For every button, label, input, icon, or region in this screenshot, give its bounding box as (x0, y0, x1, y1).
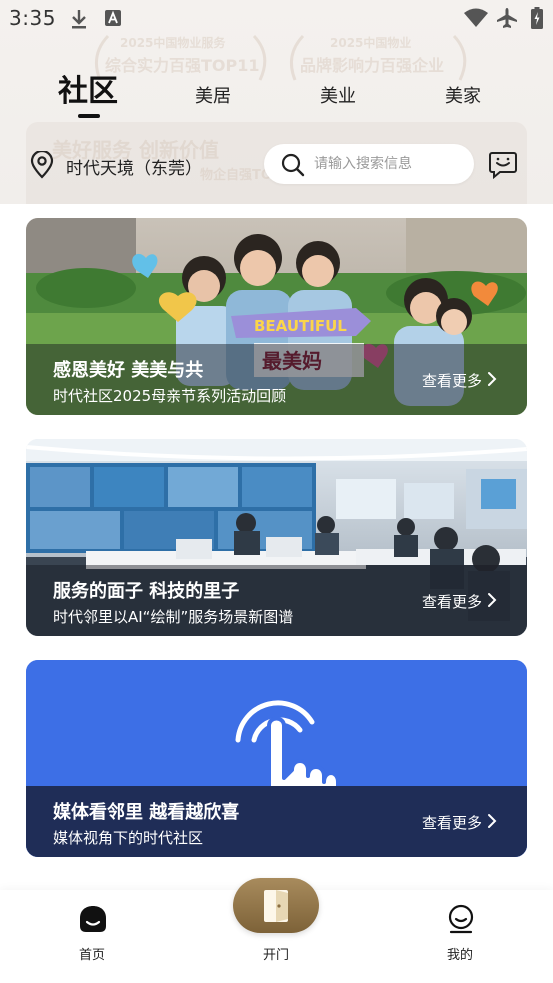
tab-beauty[interactable]: 美业 (320, 82, 356, 108)
airplane-icon (497, 8, 517, 28)
keyboard-a-icon (105, 10, 121, 26)
message-smile-icon[interactable] (488, 150, 518, 180)
open-door-button[interactable] (233, 878, 319, 933)
card-subtitle: 时代社区2025母亲节系列活动回顾 (53, 387, 287, 405)
download-icon (72, 10, 86, 29)
card-title: 感恩美好 美美与共 (53, 360, 204, 381)
profile-icon (448, 904, 474, 934)
chevron-right-icon (488, 593, 497, 607)
tab-community[interactable]: 社区 (58, 66, 118, 110)
nav-mine-label: 我的 (446, 948, 473, 963)
see-more-link[interactable]: 查看更多 (422, 812, 482, 833)
location-pin-icon[interactable] (29, 151, 55, 179)
wifi-icon (464, 8, 488, 27)
chevron-right-icon (488, 814, 497, 828)
news-card-ai-service[interactable]: 服务的面子 科技的里子 时代邻里以AI“绘制”服务场景新图谱 查看更多 (26, 439, 527, 636)
beautiful-banner-text: BEAUTIFUL (254, 317, 347, 335)
search-input[interactable] (314, 153, 464, 175)
tab-active-indicator (78, 114, 100, 118)
card-subtitle: 媒体视角下的时代社区 (53, 829, 204, 847)
location-label[interactable]: 时代天境（东莞） (66, 154, 202, 179)
news-card-media[interactable]: 媒体看邻里 越看越欣喜 媒体视角下的时代社区 查看更多 (26, 660, 527, 857)
tab-home-living[interactable]: 美居 (195, 82, 231, 108)
nav-mine[interactable]: 我的 (415, 890, 505, 983)
news-card-mothers-day[interactable]: BEAUTIFUL 最美妈 感恩美好 美美与共 时代社区2025母亲节系列活动回… (26, 218, 527, 415)
status-bar: 3:35 (0, 0, 553, 38)
see-more-link[interactable]: 查看更多 (422, 370, 482, 391)
nav-home[interactable]: 首页 (47, 890, 137, 983)
card-subtitle: 时代邻里以AI“绘制”服务场景新图谱 (53, 608, 294, 626)
door-icon (264, 890, 288, 922)
location-search-row: 时代天境（东莞） (0, 142, 553, 188)
status-time: 3:35 (9, 6, 56, 30)
home-icon (80, 906, 106, 932)
category-tabs: 社区 美居 美业 美家 (0, 72, 553, 122)
see-more-link[interactable]: 查看更多 (422, 591, 482, 612)
chevron-right-icon (488, 372, 497, 386)
search-icon (281, 153, 305, 177)
battery-charging-icon (531, 7, 543, 29)
card-title: 服务的面子 科技的里子 (53, 581, 240, 602)
card-title: 媒体看邻里 越看越欣喜 (53, 802, 240, 823)
nav-home-label: 首页 (78, 948, 105, 963)
open-door-label: 开门 (262, 948, 289, 963)
tab-family[interactable]: 美家 (445, 82, 481, 108)
search-bar[interactable] (264, 144, 474, 184)
